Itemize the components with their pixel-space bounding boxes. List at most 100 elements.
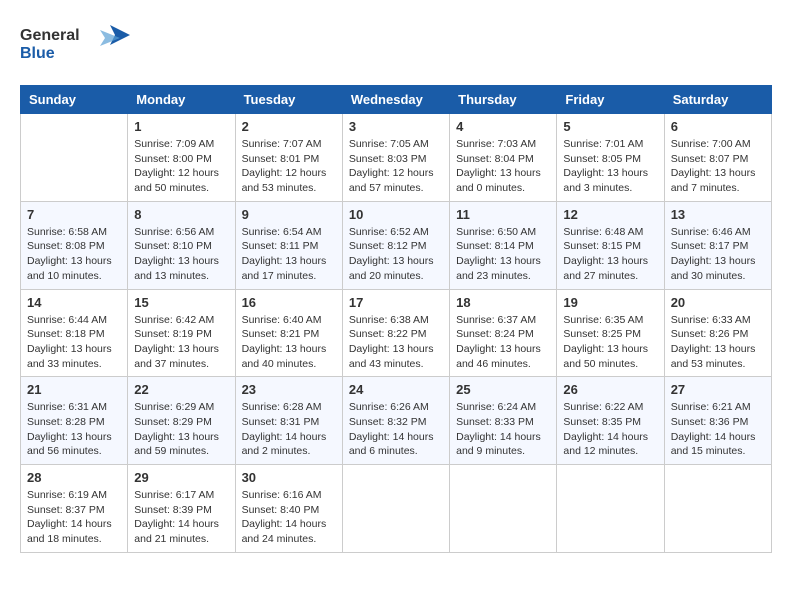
calendar-week-row: 28Sunrise: 6:19 AM Sunset: 8:37 PM Dayli…	[21, 465, 772, 553]
calendar-cell	[557, 465, 664, 553]
calendar-cell: 2Sunrise: 7:07 AM Sunset: 8:01 PM Daylig…	[235, 114, 342, 202]
weekday-header-sunday: Sunday	[21, 86, 128, 114]
calendar-cell	[450, 465, 557, 553]
calendar-cell: 27 Sunrise: 6:21 AM Sunset: 8:36 PM Dayli…	[664, 377, 771, 465]
day-number: 16	[242, 295, 336, 310]
day-info: Sunrise: 6:37 AM Sunset: 8:24 PM Dayligh…	[456, 313, 550, 372]
calendar-cell: 25 Sunrise: 6:24 AM Sunset: 8:33 PM Dayli…	[450, 377, 557, 465]
day-info: Sunrise: 7:00 AM Sunset: 8:07 PM Dayligh…	[671, 137, 765, 196]
calendar-cell: 24 Sunrise: 6:26 AM Sunset: 8:32 PM Dayli…	[342, 377, 449, 465]
day-info: Sunrise: 6:52 AM Sunset: 8:12 PM Dayligh…	[349, 225, 443, 284]
day-number: 30	[242, 470, 336, 485]
day-info: Sunrise: 6:28 AM Sunset: 8:31 PM Dayligh…	[242, 400, 336, 459]
calendar-cell: 14 Sunrise: 6:44 AM Sunset: 8:18 PM Dayli…	[21, 289, 128, 377]
day-info: Sunrise: 6:33 AM Sunset: 8:26 PM Dayligh…	[671, 313, 765, 372]
day-info: Sunrise: 6:22 AM Sunset: 8:35 PM Dayligh…	[563, 400, 657, 459]
calendar-cell: 7Sunrise: 6:58 AM Sunset: 8:08 PM Daylig…	[21, 201, 128, 289]
day-number: 8	[134, 207, 228, 222]
day-number: 22	[134, 382, 228, 397]
logo-svg: General Blue	[20, 20, 130, 70]
day-number: 14	[27, 295, 121, 310]
calendar-cell: 10 Sunrise: 6:52 AM Sunset: 8:12 PM Dayli…	[342, 201, 449, 289]
day-number: 18	[456, 295, 550, 310]
day-info: Sunrise: 7:03 AM Sunset: 8:04 PM Dayligh…	[456, 137, 550, 196]
page-header: General Blue	[20, 20, 772, 75]
day-info: Sunrise: 6:58 AM Sunset: 8:08 PM Dayligh…	[27, 225, 121, 284]
day-info: Sunrise: 6:56 AM Sunset: 8:10 PM Dayligh…	[134, 225, 228, 284]
day-number: 17	[349, 295, 443, 310]
day-number: 12	[563, 207, 657, 222]
weekday-header-saturday: Saturday	[664, 86, 771, 114]
day-number: 23	[242, 382, 336, 397]
calendar-cell: 12 Sunrise: 6:48 AM Sunset: 8:15 PM Dayli…	[557, 201, 664, 289]
day-info: Sunrise: 7:01 AM Sunset: 8:05 PM Dayligh…	[563, 137, 657, 196]
svg-text:Blue: Blue	[20, 45, 55, 62]
day-info: Sunrise: 7:09 AM Sunset: 8:00 PM Dayligh…	[134, 137, 228, 196]
calendar-week-row: 14 Sunrise: 6:44 AM Sunset: 8:18 PM Dayli…	[21, 289, 772, 377]
weekday-header-thursday: Thursday	[450, 86, 557, 114]
day-number: 25	[456, 382, 550, 397]
weekday-header-monday: Monday	[128, 86, 235, 114]
calendar-cell: 16 Sunrise: 6:40 AM Sunset: 8:21 PM Dayli…	[235, 289, 342, 377]
day-info: Sunrise: 6:24 AM Sunset: 8:33 PM Dayligh…	[456, 400, 550, 459]
calendar-cell: 8 Sunrise: 6:56 AM Sunset: 8:10 PM Daylig…	[128, 201, 235, 289]
day-info: Sunrise: 7:05 AM Sunset: 8:03 PM Dayligh…	[349, 137, 443, 196]
calendar-cell	[342, 465, 449, 553]
calendar-cell: 21 Sunrise: 6:31 AM Sunset: 8:28 PM Dayli…	[21, 377, 128, 465]
day-number: 26	[563, 382, 657, 397]
day-number: 11	[456, 207, 550, 222]
day-info: Sunrise: 6:44 AM Sunset: 8:18 PM Dayligh…	[27, 313, 121, 372]
day-info: Sunrise: 6:46 AM Sunset: 8:17 PM Dayligh…	[671, 225, 765, 284]
weekday-header-friday: Friday	[557, 86, 664, 114]
day-info: Sunrise: 6:21 AM Sunset: 8:36 PM Dayligh…	[671, 400, 765, 459]
calendar-cell: 29 Sunrise: 6:17 AM Sunset: 8:39 PM Dayli…	[128, 465, 235, 553]
weekday-header-row: SundayMondayTuesdayWednesdayThursdayFrid…	[21, 86, 772, 114]
day-number: 10	[349, 207, 443, 222]
calendar-cell: 6 Sunrise: 7:00 AM Sunset: 8:07 PM Daylig…	[664, 114, 771, 202]
day-number: 15	[134, 295, 228, 310]
day-info: Sunrise: 6:40 AM Sunset: 8:21 PM Dayligh…	[242, 313, 336, 372]
day-number: 21	[27, 382, 121, 397]
day-number: 27	[671, 382, 765, 397]
calendar-week-row: 7Sunrise: 6:58 AM Sunset: 8:08 PM Daylig…	[21, 201, 772, 289]
day-number: 6	[671, 119, 765, 134]
svg-text:General: General	[20, 27, 80, 44]
calendar-cell: 26 Sunrise: 6:22 AM Sunset: 8:35 PM Dayli…	[557, 377, 664, 465]
calendar-week-row: 21 Sunrise: 6:31 AM Sunset: 8:28 PM Dayli…	[21, 377, 772, 465]
day-info: Sunrise: 6:42 AM Sunset: 8:19 PM Dayligh…	[134, 313, 228, 372]
day-number: 19	[563, 295, 657, 310]
day-info: Sunrise: 6:38 AM Sunset: 8:22 PM Dayligh…	[349, 313, 443, 372]
day-info: Sunrise: 6:16 AM Sunset: 8:40 PM Dayligh…	[242, 488, 336, 547]
day-number: 1	[134, 119, 228, 134]
calendar-cell: 17 Sunrise: 6:38 AM Sunset: 8:22 PM Dayli…	[342, 289, 449, 377]
day-info: Sunrise: 6:35 AM Sunset: 8:25 PM Dayligh…	[563, 313, 657, 372]
day-number: 20	[671, 295, 765, 310]
day-info: Sunrise: 6:19 AM Sunset: 8:37 PM Dayligh…	[27, 488, 121, 547]
day-info: Sunrise: 6:26 AM Sunset: 8:32 PM Dayligh…	[349, 400, 443, 459]
calendar-cell: 18 Sunrise: 6:37 AM Sunset: 8:24 PM Dayli…	[450, 289, 557, 377]
weekday-header-tuesday: Tuesday	[235, 86, 342, 114]
day-info: Sunrise: 6:50 AM Sunset: 8:14 PM Dayligh…	[456, 225, 550, 284]
calendar-cell: 30 Sunrise: 6:16 AM Sunset: 8:40 PM Dayli…	[235, 465, 342, 553]
day-number: 24	[349, 382, 443, 397]
day-info: Sunrise: 6:48 AM Sunset: 8:15 PM Dayligh…	[563, 225, 657, 284]
day-info: Sunrise: 6:31 AM Sunset: 8:28 PM Dayligh…	[27, 400, 121, 459]
day-number: 4	[456, 119, 550, 134]
day-number: 3	[349, 119, 443, 134]
calendar-table: SundayMondayTuesdayWednesdayThursdayFrid…	[20, 85, 772, 553]
weekday-header-wednesday: Wednesday	[342, 86, 449, 114]
calendar-cell: 13 Sunrise: 6:46 AM Sunset: 8:17 PM Dayli…	[664, 201, 771, 289]
logo: General Blue	[20, 20, 130, 75]
day-number: 13	[671, 207, 765, 222]
calendar-cell: 28Sunrise: 6:19 AM Sunset: 8:37 PM Dayli…	[21, 465, 128, 553]
calendar-cell: 9Sunrise: 6:54 AM Sunset: 8:11 PM Daylig…	[235, 201, 342, 289]
calendar-cell: 4 Sunrise: 7:03 AM Sunset: 8:04 PM Daylig…	[450, 114, 557, 202]
day-number: 2	[242, 119, 336, 134]
day-number: 29	[134, 470, 228, 485]
calendar-cell: 15 Sunrise: 6:42 AM Sunset: 8:19 PM Dayli…	[128, 289, 235, 377]
calendar-cell: 23 Sunrise: 6:28 AM Sunset: 8:31 PM Dayli…	[235, 377, 342, 465]
day-info: Sunrise: 6:17 AM Sunset: 8:39 PM Dayligh…	[134, 488, 228, 547]
calendar-cell: 19 Sunrise: 6:35 AM Sunset: 8:25 PM Dayli…	[557, 289, 664, 377]
day-number: 5	[563, 119, 657, 134]
calendar-cell: 3 Sunrise: 7:05 AM Sunset: 8:03 PM Daylig…	[342, 114, 449, 202]
